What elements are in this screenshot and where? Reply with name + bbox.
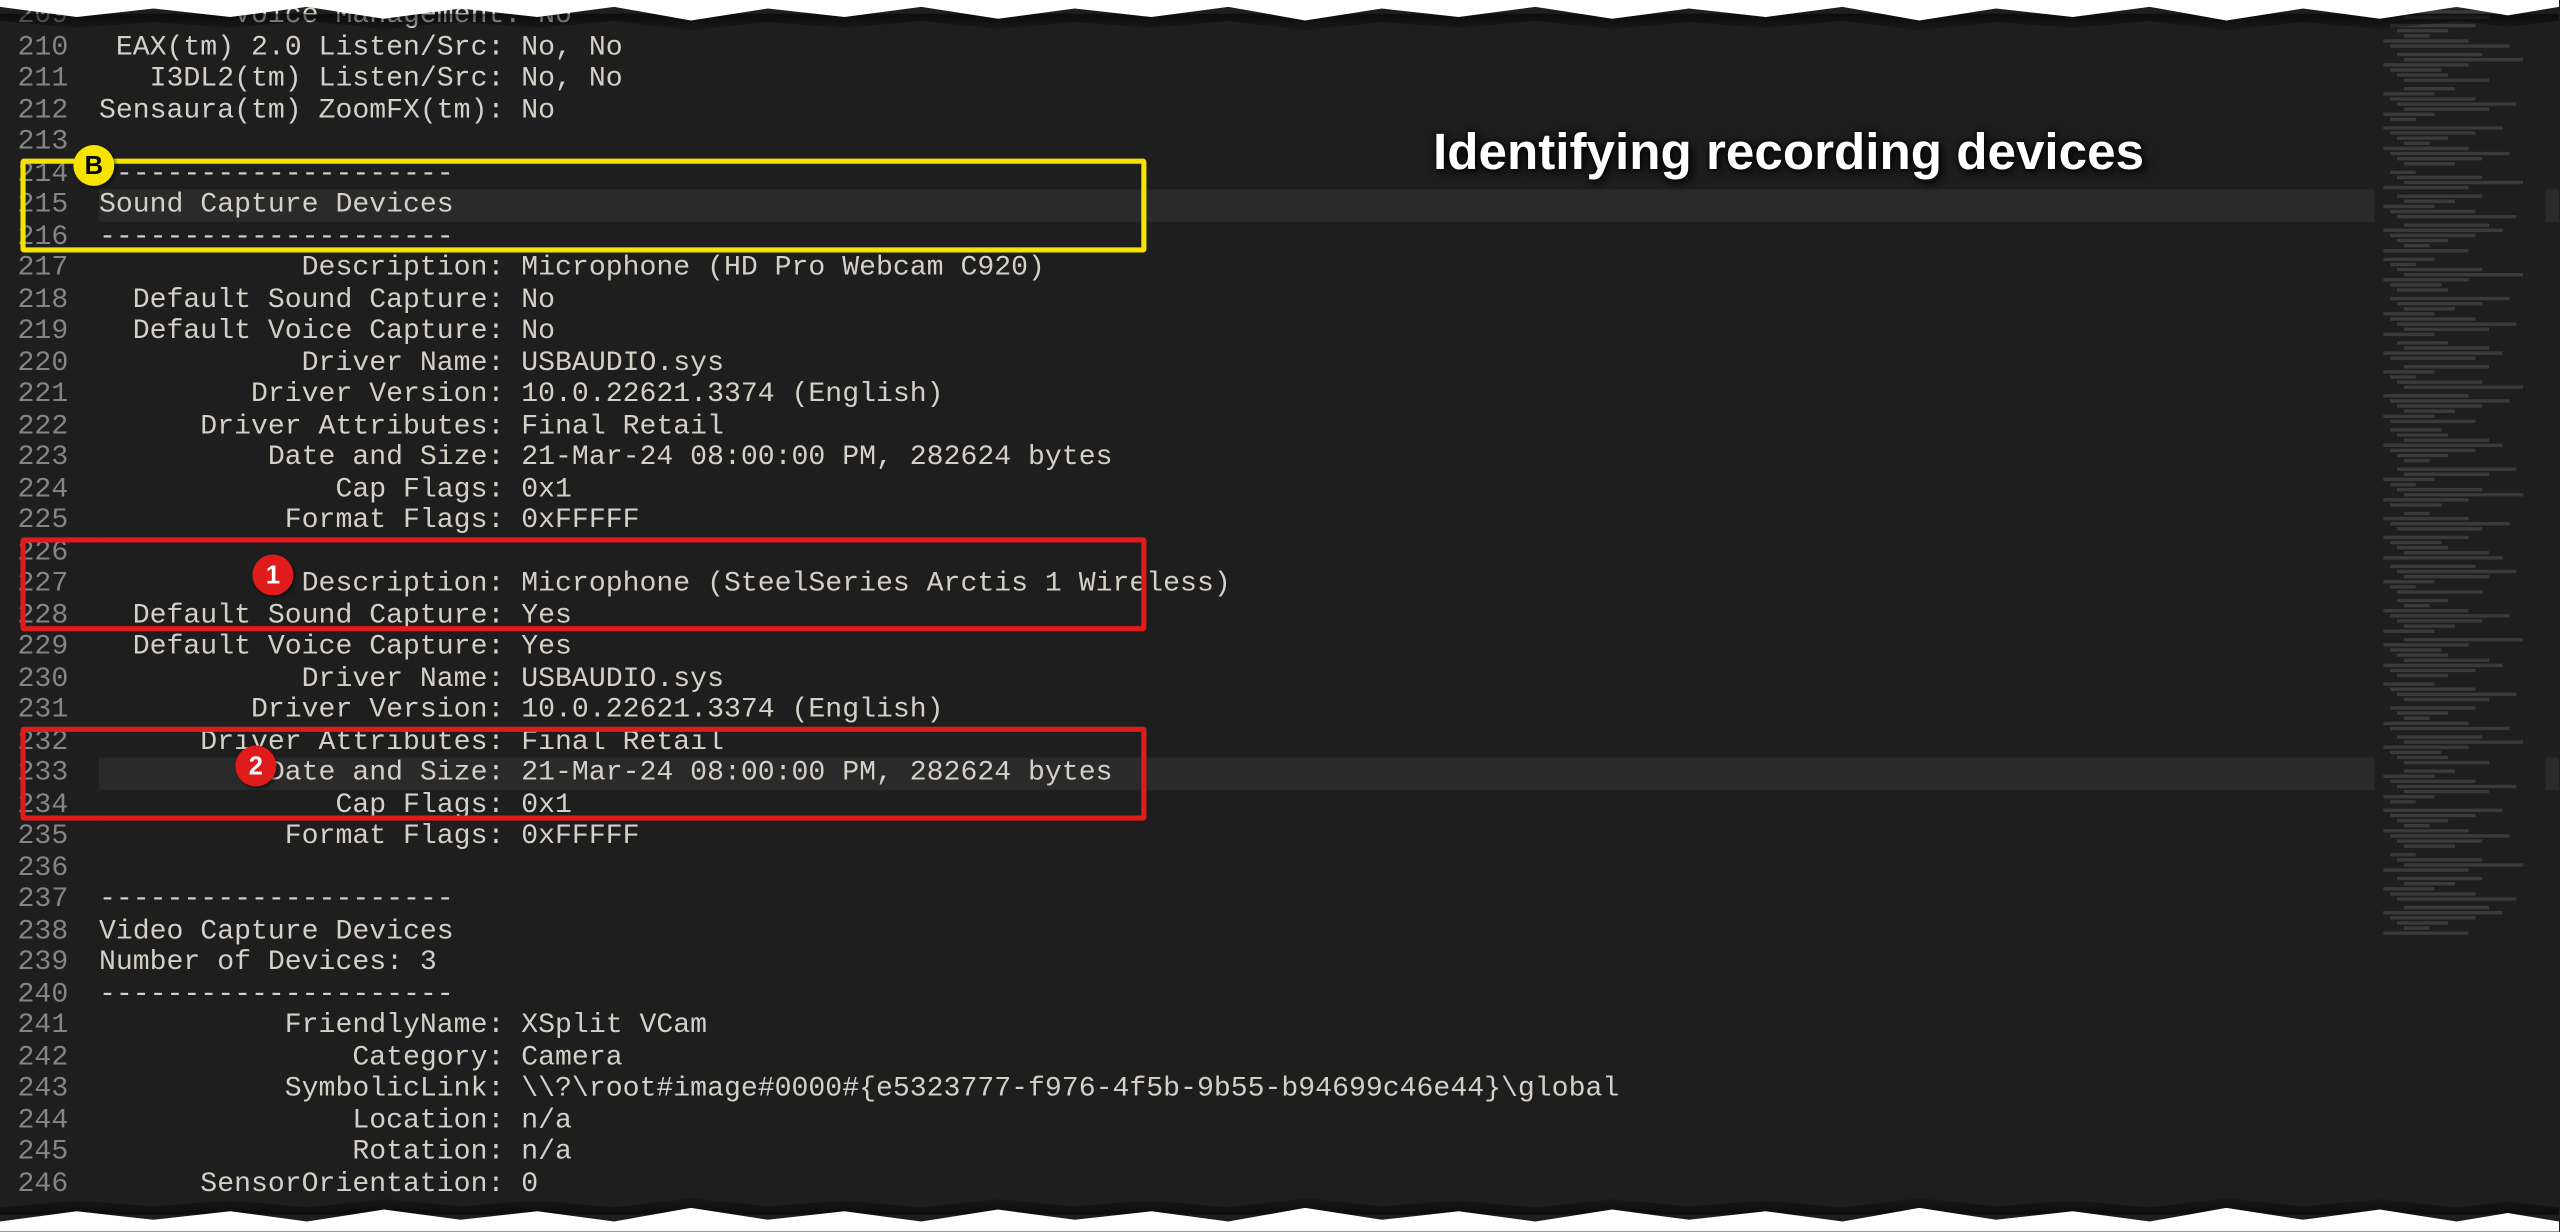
code-line[interactable]: Driver Attributes: Final Retail xyxy=(99,726,2559,758)
line-number: 225 xyxy=(10,505,68,537)
line-number: 218 xyxy=(10,284,68,316)
code-line[interactable]: Default Sound Capture: No xyxy=(99,284,2559,316)
line-number: 221 xyxy=(10,379,68,411)
line-number: 240 xyxy=(10,978,68,1010)
line-number: 211 xyxy=(10,63,68,95)
code-line[interactable]: --------------------- xyxy=(99,158,2559,190)
code-line[interactable]: Default Sound Capture: Yes xyxy=(99,600,2559,632)
code-line[interactable]: --------------------- xyxy=(99,978,2559,1010)
code-line[interactable]: Rotation: n/a xyxy=(99,1136,2559,1168)
line-number: 224 xyxy=(10,473,68,505)
line-number: 241 xyxy=(10,1010,68,1042)
line-number: 226 xyxy=(10,537,68,569)
line-number: 227 xyxy=(10,568,68,600)
code-line[interactable]: Driver Version: 10.0.22621.3374 (English… xyxy=(99,694,2559,726)
code-line[interactable]: Video Capture Devices xyxy=(99,915,2559,947)
line-number: 212 xyxy=(10,95,68,127)
line-number-gutter: 2092102112122132142152162172182192202212… xyxy=(0,0,99,1228)
annotation-badge-b: B xyxy=(73,145,114,186)
line-number: 215 xyxy=(10,189,68,221)
code-line[interactable]: Driver Version: 10.0.22621.3374 (English… xyxy=(99,379,2559,411)
line-number: 213 xyxy=(10,126,68,158)
line-number: 222 xyxy=(10,410,68,442)
code-line[interactable]: Cap Flags: 0x1 xyxy=(99,473,2559,505)
line-number: 233 xyxy=(10,757,68,789)
code-line[interactable]: --------------------- xyxy=(99,221,2559,253)
line-number: 246 xyxy=(10,1168,68,1200)
line-number: 217 xyxy=(10,252,68,284)
code-line[interactable]: Description: Microphone (HD Pro Webcam C… xyxy=(99,252,2559,284)
line-number: 223 xyxy=(10,442,68,474)
minimap[interactable] xyxy=(2375,0,2546,1228)
line-number: 236 xyxy=(10,852,68,884)
code-line[interactable]: --------------------- xyxy=(99,884,2559,916)
code-content[interactable]: Voice Management: No EAX(tm) 2.0 Listen/… xyxy=(99,0,2559,1228)
line-number: 238 xyxy=(10,915,68,947)
code-line[interactable]: Date and Size: 21-Mar-24 08:00:00 PM, 28… xyxy=(99,757,2559,789)
code-line[interactable] xyxy=(99,537,2559,569)
code-line[interactable]: Cap Flags: 0x1 xyxy=(99,789,2559,821)
line-number: 239 xyxy=(10,947,68,979)
code-line[interactable]: I3DL2(tm) Listen/Src: No, No xyxy=(99,63,2559,95)
code-line[interactable]: Description: Microphone (SteelSeries Arc… xyxy=(99,568,2559,600)
line-number: 228 xyxy=(10,600,68,632)
line-number: 229 xyxy=(10,631,68,663)
line-number: 235 xyxy=(10,821,68,853)
code-line[interactable]: Location: n/a xyxy=(99,1105,2559,1137)
line-number: 237 xyxy=(10,884,68,916)
annotation-badge-1: 1 xyxy=(252,554,293,595)
code-line[interactable]: Date and Size: 21-Mar-24 08:00:00 PM, 28… xyxy=(99,442,2559,474)
line-number: 245 xyxy=(10,1136,68,1168)
code-line[interactable]: Driver Attributes: Final Retail xyxy=(99,410,2559,442)
code-line[interactable] xyxy=(99,852,2559,884)
line-number: 231 xyxy=(10,694,68,726)
code-line[interactable] xyxy=(99,126,2559,158)
code-line[interactable]: Sensaura(tm) ZoomFX(tm): No xyxy=(99,95,2559,127)
code-line[interactable]: Number of Devices: 3 xyxy=(99,947,2559,979)
line-number: 230 xyxy=(10,663,68,695)
line-number: 234 xyxy=(10,789,68,821)
code-line[interactable]: Format Flags: 0xFFFFF xyxy=(99,505,2559,537)
line-number: 232 xyxy=(10,726,68,758)
code-editor[interactable]: 2092102112122132142152162172182192202212… xyxy=(0,0,2559,1228)
line-number: 210 xyxy=(10,32,68,64)
annotation-caption: Identifying recording devices xyxy=(1433,125,2144,183)
line-number: 216 xyxy=(10,221,68,253)
line-number: 219 xyxy=(10,316,68,348)
line-number: 244 xyxy=(10,1105,68,1137)
code-line[interactable]: FriendlyName: XSplit VCam xyxy=(99,1010,2559,1042)
annotation-badge-2: 2 xyxy=(235,746,276,787)
line-number: 242 xyxy=(10,1042,68,1074)
code-line[interactable]: Sound Capture Devices xyxy=(99,189,2559,221)
code-line[interactable]: SensorOrientation: 0 xyxy=(99,1168,2559,1200)
code-line[interactable]: Default Voice Capture: Yes xyxy=(99,631,2559,663)
code-line[interactable]: SymbolicLink: \\?\root#image#0000#{e5323… xyxy=(99,1073,2559,1105)
code-line[interactable]: EAX(tm) 2.0 Listen/Src: No, No xyxy=(99,32,2559,64)
code-line[interactable]: Category: Camera xyxy=(99,1042,2559,1074)
line-number: 243 xyxy=(10,1073,68,1105)
code-line[interactable]: Driver Name: USBAUDIO.sys xyxy=(99,663,2559,695)
code-line[interactable]: Driver Name: USBAUDIO.sys xyxy=(99,347,2559,379)
line-number: 220 xyxy=(10,347,68,379)
line-number: 214 xyxy=(10,158,68,190)
code-line[interactable]: Format Flags: 0xFFFFF xyxy=(99,821,2559,853)
code-line[interactable]: Default Voice Capture: No xyxy=(99,316,2559,348)
